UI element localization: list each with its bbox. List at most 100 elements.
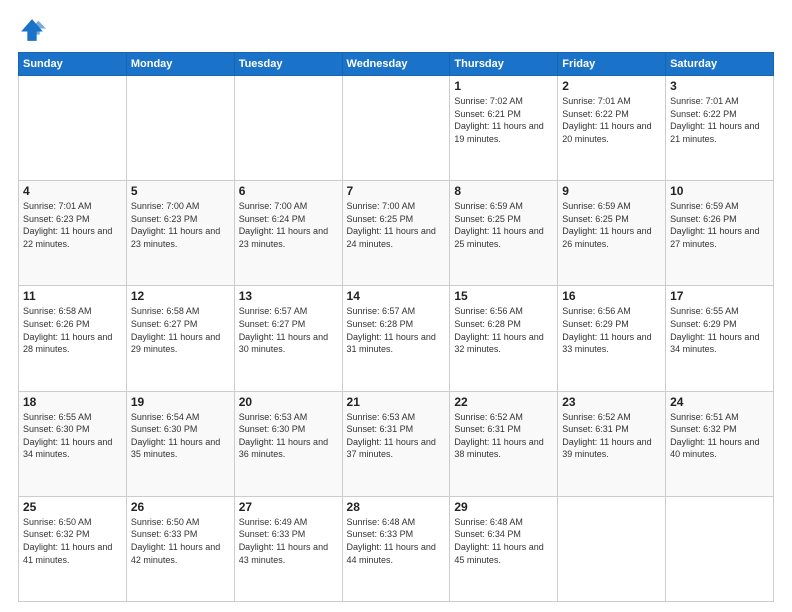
header-row: SundayMondayTuesdayWednesdayThursdayFrid…: [19, 53, 774, 76]
calendar-week-2: 4 Sunrise: 7:01 AMSunset: 6:23 PMDaylight…: [19, 181, 774, 286]
header: [18, 16, 774, 44]
calendar-cell: 16 Sunrise: 6:56 AMSunset: 6:29 PMDayligh…: [558, 286, 666, 391]
calendar-body: 1 Sunrise: 7:02 AMSunset: 6:21 PMDaylight…: [19, 76, 774, 602]
calendar-week-1: 1 Sunrise: 7:02 AMSunset: 6:21 PMDaylight…: [19, 76, 774, 181]
calendar-cell: [666, 496, 774, 601]
day-info: Sunrise: 7:01 AMSunset: 6:23 PMDaylight:…: [23, 200, 122, 250]
day-number: 19: [131, 395, 230, 409]
calendar-cell: [342, 76, 450, 181]
day-number: 1: [454, 79, 553, 93]
day-number: 2: [562, 79, 661, 93]
calendar-cell: 14 Sunrise: 6:57 AMSunset: 6:28 PMDayligh…: [342, 286, 450, 391]
calendar-cell: 23Sunrise: 6:52 AMSunset: 6:31 PMDayligh…: [558, 391, 666, 496]
header-cell-tuesday: Tuesday: [234, 53, 342, 76]
day-info: Sunrise: 7:00 AMSunset: 6:23 PMDaylight:…: [131, 200, 230, 250]
calendar-cell: 18 Sunrise: 6:55 AMSunset: 6:30 PMDayligh…: [19, 391, 127, 496]
day-number: 26: [131, 500, 230, 514]
day-info: Sunrise: 6:53 AMSunset: 6:31 PMDaylight:…: [347, 411, 446, 461]
calendar-cell: 21 Sunrise: 6:53 AMSunset: 6:31 PMDayligh…: [342, 391, 450, 496]
day-number: 18: [23, 395, 122, 409]
calendar-header: SundayMondayTuesdayWednesdayThursdayFrid…: [19, 53, 774, 76]
calendar-cell: 5 Sunrise: 7:00 AMSunset: 6:23 PMDaylight…: [126, 181, 234, 286]
calendar-cell: 8 Sunrise: 6:59 AMSunset: 6:25 PMDaylight…: [450, 181, 558, 286]
day-number: 12: [131, 289, 230, 303]
day-info: Sunrise: 7:00 AMSunset: 6:25 PMDaylight:…: [347, 200, 446, 250]
day-number: 3: [670, 79, 769, 93]
day-number: 10: [670, 184, 769, 198]
calendar-cell: 4 Sunrise: 7:01 AMSunset: 6:23 PMDaylight…: [19, 181, 127, 286]
day-info: Sunrise: 7:00 AMSunset: 6:24 PMDaylight:…: [239, 200, 338, 250]
day-info: Sunrise: 6:57 AMSunset: 6:28 PMDaylight:…: [347, 305, 446, 355]
day-info: Sunrise: 6:58 AMSunset: 6:27 PMDaylight:…: [131, 305, 230, 355]
day-number: 9: [562, 184, 661, 198]
day-info: Sunrise: 6:55 AMSunset: 6:29 PMDaylight:…: [670, 305, 769, 355]
header-cell-thursday: Thursday: [450, 53, 558, 76]
calendar-cell: [126, 76, 234, 181]
day-number: 4: [23, 184, 122, 198]
day-info: Sunrise: 6:59 AMSunset: 6:25 PMDaylight:…: [562, 200, 661, 250]
calendar-cell: 20 Sunrise: 6:53 AMSunset: 6:30 PMDayligh…: [234, 391, 342, 496]
day-info: Sunrise: 6:56 AMSunset: 6:29 PMDaylight:…: [562, 305, 661, 355]
calendar-week-3: 11 Sunrise: 6:58 AMSunset: 6:26 PMDayligh…: [19, 286, 774, 391]
calendar-cell: 24 Sunrise: 6:51 AMSunset: 6:32 PMDayligh…: [666, 391, 774, 496]
day-number: 25: [23, 500, 122, 514]
day-info: Sunrise: 7:01 AMSunset: 6:22 PMDaylight:…: [670, 95, 769, 145]
day-info: Sunrise: 6:57 AMSunset: 6:27 PMDaylight:…: [239, 305, 338, 355]
header-cell-saturday: Saturday: [666, 53, 774, 76]
calendar-table: SundayMondayTuesdayWednesdayThursdayFrid…: [18, 52, 774, 602]
day-number: 13: [239, 289, 338, 303]
calendar-cell: 13 Sunrise: 6:57 AMSunset: 6:27 PMDayligh…: [234, 286, 342, 391]
header-cell-wednesday: Wednesday: [342, 53, 450, 76]
day-number: 15: [454, 289, 553, 303]
day-info: Sunrise: 6:50 AMSunset: 6:33 PMDaylight:…: [131, 516, 230, 566]
calendar-cell: 17 Sunrise: 6:55 AMSunset: 6:29 PMDayligh…: [666, 286, 774, 391]
day-info: Sunrise: 6:51 AMSunset: 6:32 PMDaylight:…: [670, 411, 769, 461]
day-number: 7: [347, 184, 446, 198]
calendar-cell: [558, 496, 666, 601]
day-info: Sunrise: 7:01 AMSunset: 6:22 PMDaylight:…: [562, 95, 661, 145]
day-info: Sunrise: 6:58 AMSunset: 6:26 PMDaylight:…: [23, 305, 122, 355]
day-number: 5: [131, 184, 230, 198]
calendar-cell: 3 Sunrise: 7:01 AMSunset: 6:22 PMDaylight…: [666, 76, 774, 181]
day-info: Sunrise: 6:52 AMSunset: 6:31 PMDaylight:…: [454, 411, 553, 461]
header-cell-sunday: Sunday: [19, 53, 127, 76]
calendar-week-5: 25 Sunrise: 6:50 AMSunset: 6:32 PMDayligh…: [19, 496, 774, 601]
day-number: 29: [454, 500, 553, 514]
page: SundayMondayTuesdayWednesdayThursdayFrid…: [0, 0, 792, 612]
day-number: 14: [347, 289, 446, 303]
day-number: 6: [239, 184, 338, 198]
day-info: Sunrise: 6:48 AMSunset: 6:33 PMDaylight:…: [347, 516, 446, 566]
day-info: Sunrise: 7:02 AMSunset: 6:21 PMDaylight:…: [454, 95, 553, 145]
day-number: 23: [562, 395, 661, 409]
calendar-cell: 25 Sunrise: 6:50 AMSunset: 6:32 PMDayligh…: [19, 496, 127, 601]
header-cell-monday: Monday: [126, 53, 234, 76]
calendar-cell: 7 Sunrise: 7:00 AMSunset: 6:25 PMDaylight…: [342, 181, 450, 286]
day-number: 21: [347, 395, 446, 409]
day-info: Sunrise: 6:59 AMSunset: 6:26 PMDaylight:…: [670, 200, 769, 250]
calendar-cell: 19 Sunrise: 6:54 AMSunset: 6:30 PMDayligh…: [126, 391, 234, 496]
day-info: Sunrise: 6:49 AMSunset: 6:33 PMDaylight:…: [239, 516, 338, 566]
day-info: Sunrise: 6:55 AMSunset: 6:30 PMDaylight:…: [23, 411, 122, 461]
calendar-week-4: 18 Sunrise: 6:55 AMSunset: 6:30 PMDayligh…: [19, 391, 774, 496]
day-number: 11: [23, 289, 122, 303]
calendar-cell: 15Sunrise: 6:56 AMSunset: 6:28 PMDayligh…: [450, 286, 558, 391]
day-number: 17: [670, 289, 769, 303]
calendar-cell: 2 Sunrise: 7:01 AMSunset: 6:22 PMDaylight…: [558, 76, 666, 181]
logo: [18, 16, 50, 44]
day-number: 8: [454, 184, 553, 198]
day-number: 20: [239, 395, 338, 409]
day-info: Sunrise: 6:50 AMSunset: 6:32 PMDaylight:…: [23, 516, 122, 566]
day-number: 24: [670, 395, 769, 409]
day-info: Sunrise: 6:54 AMSunset: 6:30 PMDaylight:…: [131, 411, 230, 461]
day-number: 16: [562, 289, 661, 303]
day-info: Sunrise: 6:59 AMSunset: 6:25 PMDaylight:…: [454, 200, 553, 250]
day-number: 28: [347, 500, 446, 514]
calendar-cell: [19, 76, 127, 181]
day-info: Sunrise: 6:53 AMSunset: 6:30 PMDaylight:…: [239, 411, 338, 461]
calendar-cell: 27 Sunrise: 6:49 AMSunset: 6:33 PMDayligh…: [234, 496, 342, 601]
calendar-cell: 22Sunrise: 6:52 AMSunset: 6:31 PMDayligh…: [450, 391, 558, 496]
day-number: 27: [239, 500, 338, 514]
calendar-cell: 10 Sunrise: 6:59 AMSunset: 6:26 PMDayligh…: [666, 181, 774, 286]
calendar-cell: 29Sunrise: 6:48 AMSunset: 6:34 PMDayligh…: [450, 496, 558, 601]
calendar-cell: [234, 76, 342, 181]
